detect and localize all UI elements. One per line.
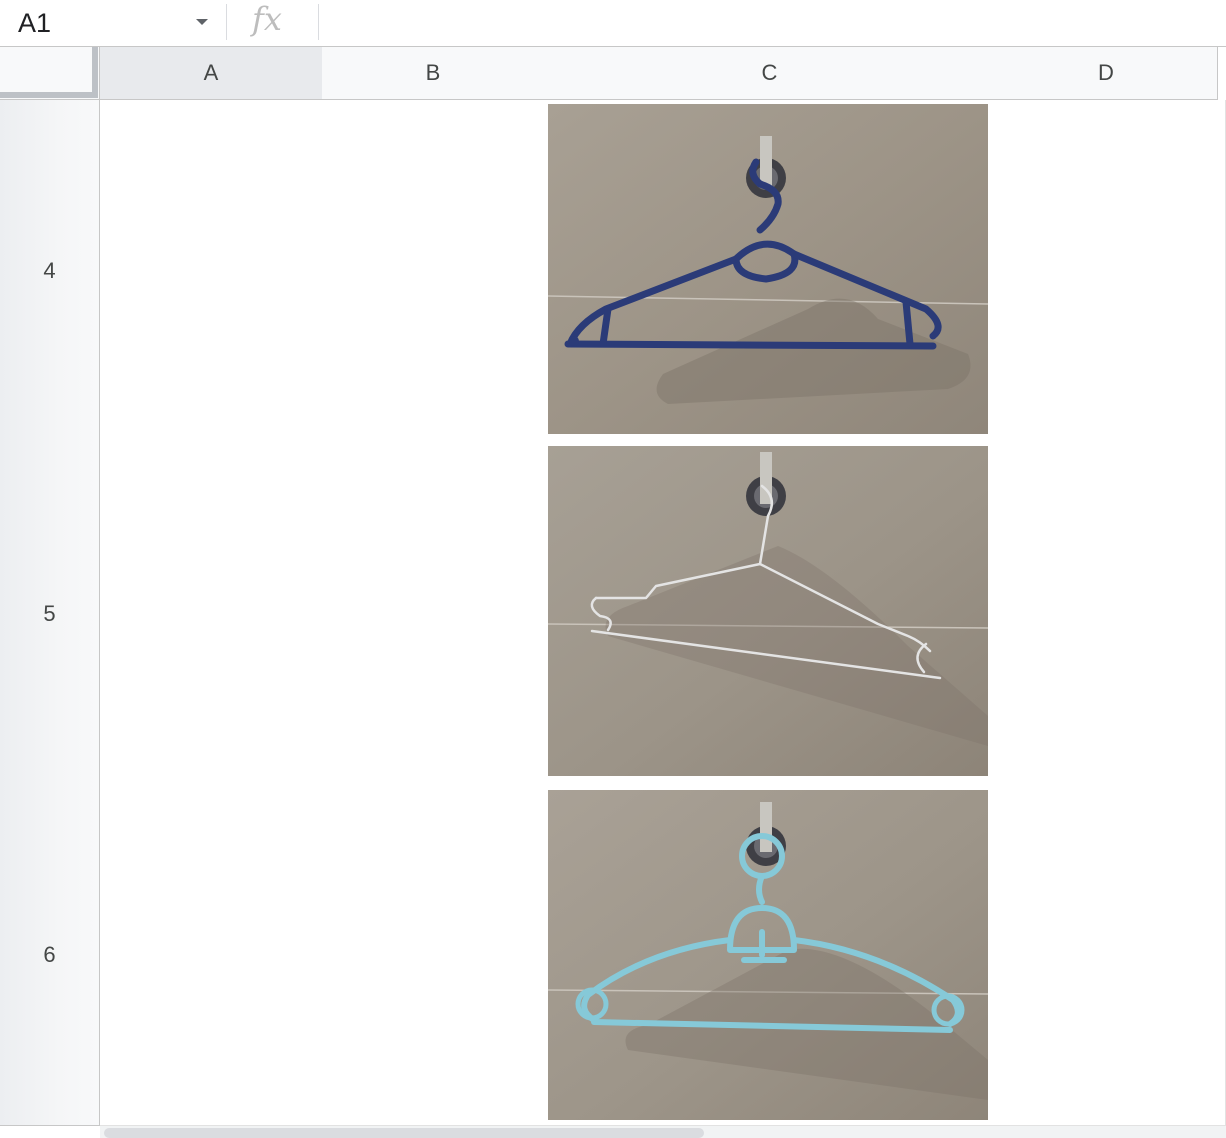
divider xyxy=(318,4,319,40)
name-box-value: A1 xyxy=(18,8,52,38)
formula-input[interactable] xyxy=(330,8,1210,38)
cell-d6[interactable] xyxy=(995,785,1226,1126)
row-header-4[interactable]: 4 xyxy=(0,100,100,443)
hanger-image-light-blue[interactable] xyxy=(548,790,988,1120)
row-header-6[interactable]: 6 xyxy=(0,785,100,1126)
freeze-handle-horizontal[interactable] xyxy=(0,92,98,98)
column-header-d[interactable]: D xyxy=(995,47,1218,100)
hanger-image-wire[interactable] xyxy=(548,446,988,776)
fx-icon: fx xyxy=(252,0,282,38)
hanger-image-navy[interactable] xyxy=(548,104,988,434)
formula-bar: A1 fx xyxy=(0,0,1226,47)
cell-a6[interactable] xyxy=(100,785,323,1126)
name-box[interactable]: A1 xyxy=(0,0,220,46)
horizontal-scrollbar-thumb[interactable] xyxy=(104,1128,704,1138)
freeze-handle-vertical[interactable] xyxy=(92,47,98,97)
cell-b5[interactable] xyxy=(322,442,545,786)
cell-a5[interactable] xyxy=(100,442,323,786)
row-header-5[interactable]: 5 xyxy=(0,442,100,786)
column-header-c[interactable]: C xyxy=(544,47,996,100)
cell-b6[interactable] xyxy=(322,785,545,1126)
column-header-b[interactable]: B xyxy=(322,47,545,100)
cell-d5[interactable] xyxy=(995,442,1226,786)
divider xyxy=(226,4,227,40)
cell-d4[interactable] xyxy=(995,100,1226,443)
chevron-down-icon[interactable] xyxy=(196,19,208,25)
column-header-a[interactable]: A xyxy=(100,47,323,100)
cell-a4[interactable] xyxy=(100,100,323,443)
cell-b4[interactable] xyxy=(322,100,545,443)
